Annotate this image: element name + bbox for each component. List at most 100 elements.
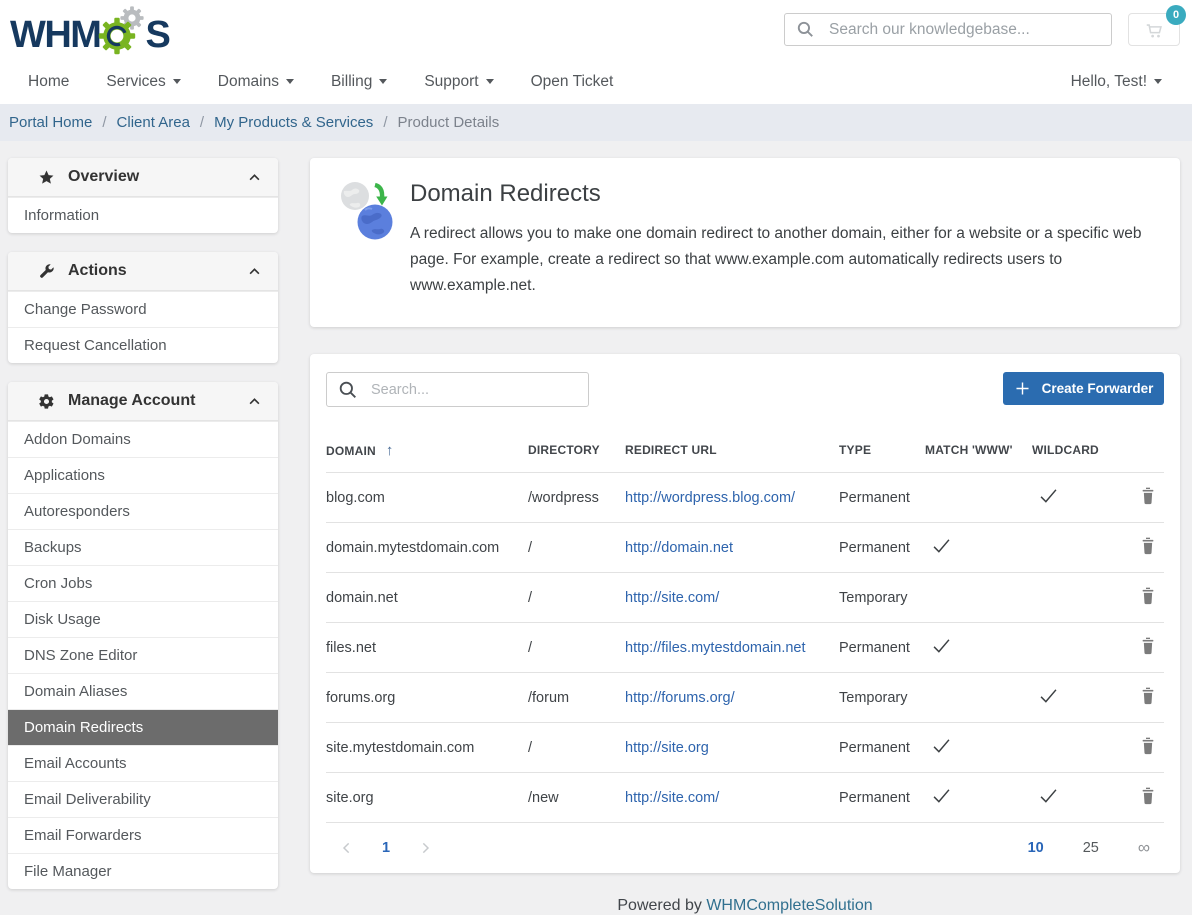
logo-text-s: S: [145, 11, 169, 59]
sidebar-item-backups[interactable]: Backups: [8, 529, 278, 565]
redirect-url-link[interactable]: http://site.com/: [625, 790, 719, 806]
cart-button[interactable]: 0: [1128, 13, 1180, 46]
breadcrumb-my-products[interactable]: My Products & Services: [214, 114, 373, 131]
cell-domain: blog.com: [326, 490, 528, 506]
sidebar-item-applications[interactable]: Applications: [8, 457, 278, 493]
breadcrumb-client-area[interactable]: Client Area: [117, 114, 190, 131]
page-size-25[interactable]: 25: [1083, 840, 1099, 856]
cell-redirect-url: http://domain.net: [625, 540, 839, 556]
sidebar-item-domain-aliases[interactable]: Domain Aliases: [8, 673, 278, 709]
cell-wildcard: [1032, 785, 1136, 810]
prev-page-button[interactable]: [339, 840, 355, 856]
directory-text: /wordpress: [528, 490, 599, 506]
table-row: site.mytestdomain.com/http://site.orgPer…: [326, 722, 1164, 772]
gear-icon: [38, 393, 55, 410]
sidebar-item-disk-usage[interactable]: Disk Usage: [8, 601, 278, 637]
domain-text: files.net: [326, 640, 376, 656]
cell-type: Temporary: [839, 590, 925, 606]
nav-item-support[interactable]: Support: [424, 73, 493, 91]
cell-wildcard: [1032, 485, 1136, 510]
redirect-url-link[interactable]: http://site.com/: [625, 590, 719, 606]
sidebar-item-domain-redirects[interactable]: Domain Redirects: [8, 709, 278, 745]
breadcrumb-portal-home[interactable]: Portal Home: [9, 114, 92, 131]
redirect-url-link[interactable]: http://domain.net: [625, 540, 733, 556]
cell-redirect-url: http://site.com/: [625, 790, 839, 806]
check-icon: [925, 735, 952, 756]
column-header-directory[interactable]: DIRECTORY: [528, 443, 625, 457]
sidebar-item-addon-domains[interactable]: Addon Domains: [8, 421, 278, 457]
type-text: Permanent: [839, 540, 910, 556]
redirect-url-link[interactable]: http://wordpress.blog.com/: [625, 490, 795, 506]
main-nav: Home Services Domains Billing Support Op…: [0, 60, 1192, 104]
sidebar-item-information[interactable]: Information: [8, 197, 278, 233]
column-header-match-www[interactable]: MATCH 'WWW': [925, 443, 1032, 457]
domain-text: forums.org: [326, 690, 395, 706]
delete-button[interactable]: [1140, 786, 1156, 809]
page-size-unlimited[interactable]: ∞: [1138, 838, 1150, 858]
sidebar-item-file-manager[interactable]: File Manager: [8, 853, 278, 889]
sidebar-panel-header[interactable]: Manage Account: [8, 382, 278, 421]
delete-button[interactable]: [1140, 686, 1156, 709]
cell-type: Permanent: [839, 540, 925, 556]
page-title: Domain Redirects: [410, 180, 1156, 208]
sidebar-item-email-deliverability[interactable]: Email Deliverability: [8, 781, 278, 817]
cart-count-badge: 0: [1166, 5, 1186, 25]
delete-button[interactable]: [1140, 586, 1156, 609]
sidebar-item-autoresponders[interactable]: Autoresponders: [8, 493, 278, 529]
directory-text: /: [528, 640, 532, 656]
next-page-button[interactable]: [417, 840, 433, 856]
check-icon: [1032, 685, 1059, 706]
cell-directory: /: [528, 740, 625, 756]
trash-icon: [1140, 686, 1156, 709]
search-icon: [338, 380, 358, 400]
nav-item-services[interactable]: Services: [106, 73, 180, 91]
user-menu[interactable]: Hello, Test!: [1071, 73, 1162, 91]
nav-item-billing[interactable]: Billing: [331, 73, 387, 91]
knowledgebase-search-input[interactable]: [827, 20, 1100, 40]
sidebar-panel-title: Overview: [68, 168, 139, 186]
sidebar-item-email-forwarders[interactable]: Email Forwarders: [8, 817, 278, 853]
cell-redirect-url: http://forums.org/: [625, 690, 839, 706]
sidebar-panel-header[interactable]: Actions: [8, 252, 278, 291]
create-forwarder-button[interactable]: Create Forwarder: [1003, 372, 1164, 405]
trash-icon: [1140, 536, 1156, 559]
whmcs-logo[interactable]: WHM: [10, 5, 169, 59]
type-text: Temporary: [839, 590, 908, 606]
whmcs-footer-link[interactable]: WHMCompleteSolution: [706, 897, 872, 914]
redirect-url-link[interactable]: http://site.org: [625, 740, 709, 756]
delete-button[interactable]: [1140, 486, 1156, 509]
column-header-domain[interactable]: DOMAIN↑: [326, 442, 528, 459]
nav-item-home[interactable]: Home: [28, 73, 69, 91]
main-column: Domain Redirects A redirect allows you t…: [310, 158, 1180, 915]
page-number[interactable]: 1: [382, 840, 390, 856]
delete-button[interactable]: [1140, 536, 1156, 559]
delete-button[interactable]: [1140, 636, 1156, 659]
delete-button[interactable]: [1140, 736, 1156, 759]
redirect-url-link[interactable]: http://forums.org/: [625, 690, 735, 706]
domain-text: site.org: [326, 790, 374, 806]
chevron-right-icon: [417, 840, 433, 856]
table-row: blog.com/wordpress http://wordpress.blog.…: [326, 472, 1164, 522]
sidebar-item-change-password[interactable]: Change Password: [8, 291, 278, 327]
nav-item-domains[interactable]: Domains: [218, 73, 294, 91]
column-header-type[interactable]: TYPE: [839, 443, 925, 457]
sidebar-item-request-cancellation[interactable]: Request Cancellation: [8, 327, 278, 363]
type-text: Permanent: [839, 740, 910, 756]
top-header: WHM: [0, 0, 1192, 60]
sidebar-item-email-accounts[interactable]: Email Accounts: [8, 745, 278, 781]
cell-match-www: [925, 735, 1032, 760]
table-search-input[interactable]: [369, 381, 577, 399]
sidebar-item-cron-jobs[interactable]: Cron Jobs: [8, 565, 278, 601]
sidebar-panel-header[interactable]: Overview: [8, 158, 278, 197]
table-header-row: DOMAIN↑ DIRECTORY REDIRECT URL TYPE MATC…: [326, 428, 1164, 472]
nav-item-open-ticket[interactable]: Open Ticket: [531, 73, 614, 91]
cell-redirect-url: http://files.mytestdomain.net: [625, 640, 839, 656]
column-header-wildcard[interactable]: WILDCARD: [1032, 443, 1136, 457]
type-text: Permanent: [839, 490, 910, 506]
sidebar-item-dns-zone-editor[interactable]: DNS Zone Editor: [8, 637, 278, 673]
page-size-10[interactable]: 10: [1028, 840, 1044, 856]
column-header-redirect-url[interactable]: REDIRECT URL: [625, 443, 839, 457]
trash-icon: [1140, 786, 1156, 809]
check-icon: [1032, 485, 1059, 506]
redirect-url-link[interactable]: http://files.mytestdomain.net: [625, 640, 806, 656]
